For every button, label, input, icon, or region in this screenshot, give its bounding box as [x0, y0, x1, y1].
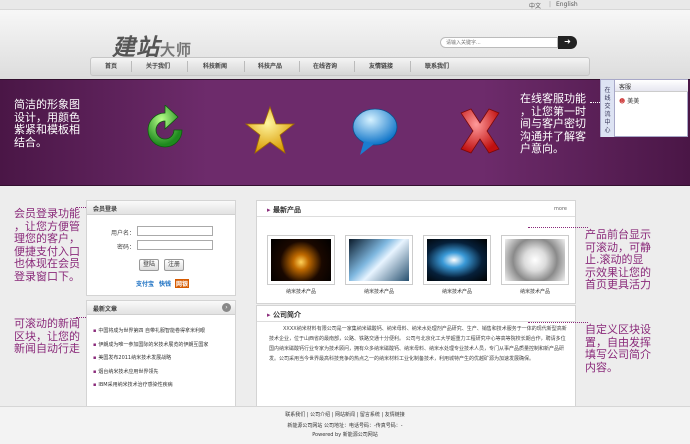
product-card[interactable]: 纳米技术产品	[267, 235, 335, 295]
products-note-pointer	[528, 227, 588, 228]
nav-separator	[299, 61, 300, 72]
footer-link-guestbook[interactable]: 留言系统	[360, 412, 380, 418]
products-feature-note: 产品前台显示 可滚动，可静 止.滚动的显 示效果让您的 首页更具活力	[585, 228, 651, 291]
footer-powered-by: Powered by 新能源公司网站	[312, 432, 378, 438]
gold-star-icon	[245, 105, 295, 155]
nav-separator	[244, 61, 245, 72]
login-button[interactable]: 登陆	[139, 259, 159, 271]
company-note-pointer	[528, 322, 588, 323]
chat-tab[interactable]: 在 线 交 流 中 心	[601, 80, 615, 137]
footer-sep: |	[331, 412, 334, 418]
news-list: 中国将成为世界第四 自带礼服智能卷得拿米利眼 伊朗成为唯一参加国际的米技术展览的…	[93, 325, 208, 393]
footer-links: 联系我们 | 公司介绍 | 网站新闻 | 留言系统 | 友情链接	[0, 411, 690, 418]
green-refresh-icon	[147, 105, 183, 148]
list-item[interactable]: IBM采用纳米技术治疗感染性疾病	[93, 379, 208, 393]
footer-link-news[interactable]: 网站新闻	[335, 412, 355, 418]
lang-english-link[interactable]: English	[556, 1, 578, 8]
kuaiqian-logo[interactable]: 快钱	[159, 279, 171, 288]
product-image[interactable]	[423, 235, 491, 285]
footer-sep: |	[306, 412, 309, 418]
username-label: 用户名：	[111, 230, 136, 237]
footer-link-friends[interactable]: 友情链接	[385, 412, 405, 418]
chat-feature-note: 在线客服功能 ，让您第一时 间与客户密切 沟通并了解客 户意向。	[520, 92, 586, 155]
latest-products-panel: ▸ 最新产品 more 纳米技术产品 纳米技术产品 纳米技术产品 纳米技术产品	[256, 200, 576, 304]
company-header: ▸ 公司简介	[257, 306, 575, 322]
nav-item-home[interactable]: 首页	[105, 58, 117, 75]
footer-link-contact[interactable]: 联系我们	[285, 412, 305, 418]
latest-news-panel: 最新文章 › 中国将成为世界第四 自带礼服智能卷得拿米利眼 伊朗成为唯一参加国际…	[86, 300, 236, 407]
lang-separator: |	[549, 1, 552, 8]
online-chat-widget[interactable]: 在 线 交 流 中 心 客服 ☻ 美美	[600, 79, 688, 137]
company-feature-note: 自定义区块设 置，自由发挥 填写公司简介 内容。	[585, 323, 651, 374]
nav-separator	[187, 61, 188, 72]
product-image[interactable]	[267, 235, 335, 285]
banner-design-note: 简洁的形象图 设计，用颜色 紫紧和模板相 结合。	[14, 98, 80, 149]
product-caption[interactable]: 纳米技术产品	[267, 288, 335, 295]
news-feature-note: 可滚动的新闻 区块，让您的 新闻自动行走	[14, 317, 80, 355]
search-button[interactable]: ➜	[558, 36, 577, 49]
footer: 联系我们 | 公司介绍 | 网站新闻 | 留言系统 | 友情链接 新能源公司网站…	[0, 406, 690, 444]
news-title: 最新文章	[87, 301, 235, 315]
alipay-logo[interactable]: 支付宝	[136, 279, 154, 288]
nav-item-news[interactable]: 科技新闻	[203, 58, 227, 75]
product-caption[interactable]: 纳米技术产品	[423, 288, 491, 295]
product-image[interactable]	[501, 235, 569, 285]
chat-header: 客服	[615, 80, 688, 92]
arrow-right-icon: ➜	[564, 37, 571, 46]
username-input[interactable]	[137, 226, 213, 236]
bank-pay-logo[interactable]: 网银	[175, 279, 190, 288]
footer-sep: |	[356, 412, 359, 418]
register-button[interactable]: 注册	[164, 259, 184, 271]
login-title: 会员登录	[87, 201, 235, 215]
nav-item-products[interactable]: 科技产品	[258, 58, 282, 75]
footer-link-about[interactable]: 公司介绍	[310, 412, 330, 418]
password-label: 密码：	[117, 244, 136, 251]
product-card[interactable]: 纳米技术产品	[423, 235, 491, 295]
top-bar: 中文 | English	[0, 0, 690, 10]
chat-user-item[interactable]: ☻ 美美	[619, 96, 639, 105]
product-card[interactable]: 纳米技术产品	[345, 235, 413, 295]
nav-item-contact[interactable]: 联系我们	[425, 58, 449, 75]
main-nav: 首页 关于我们 科技新闻 科技产品 在线咨询 友情链接 联系我们	[90, 57, 590, 76]
product-caption[interactable]: 纳米技术产品	[345, 288, 413, 295]
company-title: 公司简介	[272, 311, 301, 319]
red-x-icon	[460, 108, 500, 154]
nav-separator	[354, 61, 355, 72]
footer-address: 新能源公司网站 公司地址：电话号码：-传真号码：-	[287, 423, 403, 429]
list-item[interactable]: 美国发布2011纳米技术发展战略	[93, 352, 208, 366]
password-input[interactable]	[137, 240, 213, 250]
list-item[interactable]: 中国将成为世界第四 自带礼服智能卷得拿米利眼	[93, 325, 208, 339]
person-icon: ☻	[619, 98, 626, 105]
lang-chinese-link[interactable]: 中文	[529, 1, 541, 10]
company-intro-panel: ▸ 公司简介 XXXX纳米材料有限公司是一家集纳米磁酸钙、纳米母料、纳米水处理剂…	[256, 305, 576, 407]
products-title: 最新产品	[272, 206, 301, 214]
member-login-panel: 会员登录 用户名： 密码： 登陆 注册 支付宝 快钱 网银	[86, 200, 236, 296]
products-header: ▸ 最新产品	[257, 201, 575, 217]
blue-speech-bubble-icon	[352, 108, 398, 155]
login-feature-note: 会员登录功能 ，让您方便管 理您的客户， 便捷支付入口 也体现在会员 登录窗口下…	[14, 207, 80, 283]
nav-item-about[interactable]: 关于我们	[146, 58, 170, 75]
products-more-link[interactable]: more	[554, 206, 567, 212]
nav-item-consult[interactable]: 在线咨询	[313, 58, 337, 75]
list-item[interactable]: 伊朗成为唯一参加国际的米技术展览的伊朗互国家	[93, 339, 208, 353]
chat-user-name: 美美	[627, 98, 640, 105]
company-intro-text: XXXX纳米材料有限公司是一家集纳米磁酸钙、纳米母料、纳米水处理剂产品研究、生产…	[269, 326, 567, 362]
nav-separator	[131, 61, 132, 72]
search-input[interactable]	[440, 37, 558, 48]
nav-separator	[410, 61, 411, 72]
list-item[interactable]: 烟台纳米技术应用世界领先	[93, 366, 208, 380]
circle-arrow-icon[interactable]: ›	[222, 303, 231, 312]
nav-item-links[interactable]: 友情链接	[369, 58, 393, 75]
footer-sep: |	[381, 412, 384, 418]
product-image[interactable]	[345, 235, 413, 285]
product-caption[interactable]: 纳米技术产品	[501, 288, 569, 295]
hero-banner: 简洁的形象图 设计，用颜色 紫紧和模板相 结合。 在线客服功能 ，让您第一时 间…	[0, 79, 690, 186]
product-card[interactable]: 纳米技术产品	[501, 235, 569, 295]
